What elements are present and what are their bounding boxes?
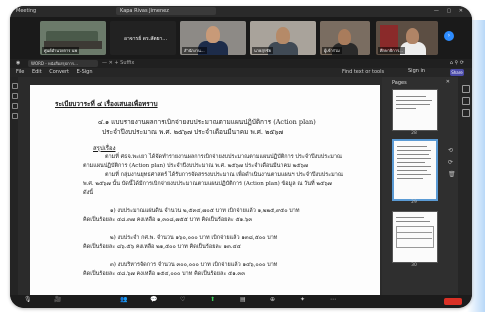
- participant-name: นายสุรชัย: [252, 47, 273, 54]
- cursor-tool-icon[interactable]: [12, 83, 18, 89]
- page-number: 30: [411, 263, 417, 268]
- zoom-top-bar: Meeting Kapa Rivas Jimenez — ▢ ✕: [10, 6, 472, 17]
- ai-companion-button[interactable]: ✦: [300, 297, 305, 304]
- summary-label: สรุปเรื่อง: [93, 145, 116, 152]
- pdf-viewer: ระเบียบวาระที่ ๔ เรื่องเสนอเพื่อทราบ ๔.๑…: [10, 77, 472, 301]
- app-logo-icon: ◉: [16, 60, 21, 66]
- host-tools-icon: ▤: [240, 296, 246, 303]
- participant-tile[interactable]: ศูนย์อำนวยการ นพ: [40, 21, 106, 55]
- menu-bar: File Edit Convert E-Sign Find text or to…: [10, 68, 472, 77]
- paragraph-line: ตามแผนปฏิบัติการ (Action plan) ประจำปีงบ…: [83, 163, 308, 169]
- page-thumbnail[interactable]: [392, 89, 438, 131]
- page-thumbnail[interactable]: [392, 211, 438, 263]
- share-title[interactable]: Kapa Rivas Jimenez: [116, 7, 216, 15]
- page-number: 29: [411, 200, 417, 205]
- pages-panel: Pages ✕ 28 29 30 ⟲ ⟳ 🗑: [382, 77, 458, 295]
- share-button[interactable]: Share: [450, 69, 464, 76]
- chat-button[interactable]: 💬: [150, 297, 157, 304]
- heart-icon: ♡: [180, 296, 186, 303]
- delete-icon[interactable]: 🗑: [448, 171, 456, 178]
- menu-file[interactable]: File: [16, 69, 24, 75]
- chat-icon: 💬: [150, 296, 158, 303]
- participants-button[interactable]: 👥: [120, 297, 127, 304]
- find-text-field[interactable]: Find text or tools: [342, 69, 384, 75]
- report-subheading: ประจำปีงบประมาณ พ.ศ. ๒๕๖๗ ประจำเดือนมีนา…: [102, 128, 284, 136]
- sparkle-icon: ✦: [300, 296, 306, 303]
- more-button[interactable]: ⋯: [330, 297, 336, 304]
- participant-tile[interactable]: ผู้เข้าร่วม: [320, 21, 370, 55]
- document-tab[interactable]: WORD - หนังสือสรุปการ...: [28, 60, 98, 67]
- share-screen-icon: ⬆: [210, 296, 216, 303]
- apps-button[interactable]: ⊕: [270, 297, 275, 304]
- thumbnails-icon[interactable]: [462, 85, 470, 93]
- budget-item-line: คิดเป็นร้อยละ ๔๘.๖๗ คงเหลือ ๑๕๔,๐๐๐ บาท …: [83, 271, 245, 277]
- browser-tab-bar: ◉ WORD - หนังสือสรุปการ... — ✕ + Suffix …: [10, 59, 472, 68]
- app-title: Meeting: [16, 8, 37, 14]
- sign-in-button[interactable]: Sign in: [408, 68, 425, 74]
- more-icon: ⋯: [330, 296, 336, 303]
- rotate-right-icon[interactable]: ⟳: [448, 159, 456, 166]
- page-thumbnail-selected[interactable]: [392, 139, 438, 201]
- mic-icon: 🎙: [24, 296, 32, 303]
- participant-name: ศูนย์อำนวยการ นพ: [42, 47, 80, 54]
- paragraph-line: พ.ศ. ๒๕๖๗ นั้น บัดนี้ได้มีการเบิกจ่ายงบป…: [83, 181, 332, 187]
- budget-item-line: ๑) งบประมาณแผ่นดิน จำนวน ๒,๕๓๔,๗๐๕ บาท เ…: [110, 208, 300, 214]
- participant-name: สำนักงาน...: [182, 47, 207, 54]
- participant-tile[interactable]: อาจารย์ ดร.สัตยา...: [110, 21, 176, 55]
- document-page: ระเบียบวาระที่ ๔ เรื่องเสนอเพื่อทราบ ๔.๑…: [30, 85, 380, 301]
- next-page-arrow-icon[interactable]: ›: [444, 31, 454, 41]
- right-tool-rail: [458, 77, 472, 295]
- left-toolbar: [10, 77, 18, 295]
- toolbar-icons[interactable]: ⌂ ⚲ ⟳: [450, 60, 464, 66]
- participant-tile[interactable]: ศึกษาธิการ...: [376, 21, 438, 55]
- agenda-title: ระเบียบวาระที่ ๔ เรื่องเสนอเพื่อทราบ: [55, 100, 158, 108]
- draw-tool-icon[interactable]: [12, 103, 18, 109]
- paragraph-line: ตามที่ กลุ่มงานยุทธศาสตร์ ได้รับการจัดสร…: [105, 172, 343, 178]
- video-icon: 🎥: [54, 296, 62, 303]
- zoom-window: Meeting Kapa Rivas Jimenez — ▢ ✕ ศูนย์อำ…: [10, 6, 472, 308]
- video-button[interactable]: 🎥: [54, 297, 61, 304]
- participant-name: ศึกษาธิการ...: [378, 47, 405, 54]
- participant-name: อาจารย์ ดร.สัตยา...: [124, 36, 168, 42]
- page-number: 28: [411, 131, 417, 136]
- budget-item-line: คิดเป็นร้อยละ ๘๖.๕๖ คงเหลือ ๒๑,๕๐๐ บาท ค…: [83, 244, 241, 250]
- leave-button[interactable]: [444, 298, 462, 305]
- apps-icon: ⊕: [270, 296, 276, 303]
- meeting-controls-bar: 🎙 🎥 👥 💬 ♡ ⬆ ▤ ⊕ ✦ ⋯: [10, 295, 472, 308]
- budget-item-line: คิดเป็นร้อยละ ๔๘.๓๗ คงเหลือ ๑,๓๐๘,๗๕๕ บา…: [83, 217, 253, 223]
- paragraph-line: ตามที่ ศธจ.พะเยา ได้จัดทำรายงานผลการเบิก…: [105, 154, 343, 160]
- bookmark-icon[interactable]: [462, 97, 470, 105]
- comment-tool-icon[interactable]: [12, 93, 18, 99]
- close-icon[interactable]: ✕: [446, 79, 450, 85]
- participant-tile[interactable]: สำนักงาน...: [180, 21, 246, 55]
- report-heading: ๔.๑ แบบรายงานผลการเบิกจ่ายงบประมาณตามแผน…: [98, 118, 316, 126]
- pages-panel-title: Pages: [392, 80, 407, 86]
- participant-gallery: ศูนย์อำนวยการ นพ อาจารย์ ดร.สัตยา... สำน…: [10, 17, 472, 59]
- participant-name: ผู้เข้าร่วม: [322, 47, 342, 54]
- share-screen-button[interactable]: ⬆: [210, 297, 215, 304]
- menu-items: File Edit Convert E-Sign: [16, 69, 99, 75]
- mic-button[interactable]: 🎙: [24, 297, 32, 304]
- participant-tile[interactable]: นายสุรชัย: [250, 21, 316, 55]
- attachment-icon[interactable]: [462, 109, 470, 117]
- paragraph-line: ดังนี้: [83, 190, 94, 196]
- text-tool-icon[interactable]: [12, 113, 18, 119]
- menu-convert[interactable]: Convert: [49, 69, 69, 75]
- menu-edit[interactable]: Edit: [32, 69, 42, 75]
- react-button[interactable]: ♡: [180, 297, 185, 304]
- host-tools-button[interactable]: ▤: [240, 297, 246, 304]
- tab-actions[interactable]: — ✕ + Suffix: [102, 60, 134, 66]
- budget-item-line: ๒) งบประจำ กศ.พ. จำนวน ๑๖๐,๐๐๐ บาท เบิกจ…: [110, 235, 278, 241]
- window-controls[interactable]: — ▢ ✕: [434, 8, 466, 14]
- rotate-left-icon[interactable]: ⟲: [448, 147, 456, 154]
- budget-item-line: ๓) งบบริหารจัดการ จำนวน ๓๐๐,๐๐๐ บาท เบิก…: [110, 262, 278, 268]
- participants-icon: 👥: [120, 296, 128, 303]
- menu-esign[interactable]: E-Sign: [77, 69, 93, 75]
